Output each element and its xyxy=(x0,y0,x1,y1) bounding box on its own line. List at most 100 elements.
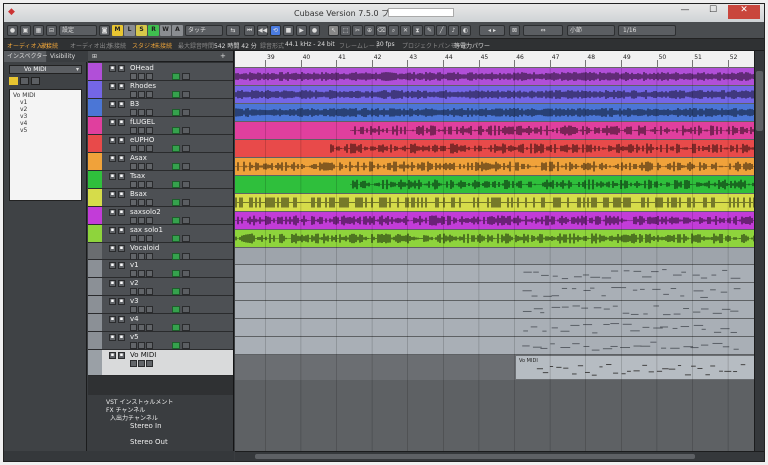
collapse-button[interactable] xyxy=(31,77,40,85)
track-solo-button[interactable]: ▪ xyxy=(118,352,125,359)
play-tool-icon[interactable]: ♪ xyxy=(448,25,459,36)
track-solo-button[interactable]: ▪ xyxy=(118,298,125,305)
track-record-button[interactable] xyxy=(130,91,137,98)
track-monitor-button[interactable] xyxy=(138,163,145,170)
track-mute-button[interactable]: ▪ xyxy=(109,101,116,108)
tree-item-v4[interactable]: v4 xyxy=(20,120,27,127)
track-record-button[interactable] xyxy=(130,127,137,134)
nudge-buttons[interactable]: ◂ ▸ xyxy=(479,25,505,36)
tree-item-v3[interactable]: v3 xyxy=(20,113,27,120)
track-mute-button[interactable]: ▪ xyxy=(109,298,116,305)
track-read-automation-button[interactable] xyxy=(172,73,180,80)
snap-mode-dropdown[interactable]: ⇔ xyxy=(523,25,563,36)
mute-tool-icon[interactable]: ✕ xyxy=(400,25,411,36)
track-row[interactable]: ▪ ▪ Bsax xyxy=(88,189,233,207)
track-monitor-button[interactable] xyxy=(138,217,145,224)
track-read-automation-button[interactable] xyxy=(172,306,180,313)
track-write-automation-button[interactable] xyxy=(182,217,190,224)
track-write-automation-button[interactable] xyxy=(182,109,190,116)
track-monitor-button[interactable] xyxy=(138,306,145,313)
range-tool-icon[interactable]: ⬚ xyxy=(340,25,351,36)
track-mute-button[interactable]: ▪ xyxy=(109,209,116,216)
vertical-scrollbar[interactable] xyxy=(754,51,764,451)
track-write-automation-button[interactable] xyxy=(182,91,190,98)
track-lane-button[interactable] xyxy=(146,73,153,80)
track-solo-button[interactable]: ▪ xyxy=(118,262,125,269)
split-tool-icon[interactable]: ✂ xyxy=(352,25,363,36)
track-row[interactable]: ▪ ▪ v2 xyxy=(88,278,233,296)
tree-item-v1[interactable]: v1 xyxy=(20,99,27,106)
track-solo-button[interactable]: ▪ xyxy=(118,83,125,90)
track-record-button[interactable] xyxy=(130,73,137,80)
rewind-icon[interactable]: ◀◀ xyxy=(257,25,268,36)
track-solo-button[interactable]: ▪ xyxy=(118,316,125,323)
track-mute-button[interactable]: ▪ xyxy=(109,352,116,359)
track-mute-button[interactable]: ▪ xyxy=(109,280,116,287)
time-warp-tool-icon[interactable]: ⧗ xyxy=(412,25,423,36)
track-mute-button[interactable]: ▪ xyxy=(109,334,116,341)
track-row[interactable]: ▪ ▪ Vocaloid xyxy=(88,243,233,260)
track-record-button[interactable] xyxy=(130,324,137,331)
erase-tool-icon[interactable]: ⌫ xyxy=(376,25,387,36)
track-mute-button[interactable]: ▪ xyxy=(109,119,116,126)
track-monitor-button[interactable] xyxy=(138,288,145,295)
track-read-automation-button[interactable] xyxy=(172,342,180,349)
read-automation-button[interactable]: R xyxy=(148,25,159,36)
automation-a-button[interactable]: A xyxy=(172,25,183,36)
event-part[interactable] xyxy=(235,301,754,318)
filter-button[interactable] xyxy=(20,77,29,85)
track-lane-button[interactable] xyxy=(146,127,153,134)
event-part[interactable] xyxy=(235,319,754,336)
track-row[interactable]: ▪ ▪ Rhodes xyxy=(88,81,233,99)
draw-tool-icon[interactable]: ✎ xyxy=(424,25,435,36)
track-solo-button[interactable]: ▪ xyxy=(118,173,125,180)
track-row[interactable]: ▪ ▪ Asax xyxy=(88,153,233,171)
write-automation-button[interactable]: W xyxy=(160,25,171,36)
minimize-button[interactable]: — xyxy=(672,5,698,19)
quantize-dropdown[interactable]: 1/16 xyxy=(618,25,676,36)
track-mute-button[interactable]: ▪ xyxy=(109,83,116,90)
track-monitor-button[interactable] xyxy=(138,91,145,98)
solo-mode-button[interactable]: S xyxy=(136,25,147,36)
track-write-automation-button[interactable] xyxy=(182,253,190,260)
track-solo-button[interactable]: ▪ xyxy=(118,280,125,287)
track-write-automation-button[interactable] xyxy=(182,324,190,331)
track-solo-button[interactable]: ▪ xyxy=(118,155,125,162)
maximize-button[interactable]: ☐ xyxy=(700,5,726,19)
track-row[interactable]: ▪ ▪ v5 xyxy=(88,332,233,350)
track-monitor-button[interactable] xyxy=(138,360,145,367)
track-row[interactable]: ▪ ▪ sax solo1 xyxy=(88,225,233,243)
track-solo-button[interactable]: ▪ xyxy=(118,101,125,108)
track-write-automation-button[interactable] xyxy=(182,199,190,206)
track-record-button[interactable] xyxy=(130,199,137,206)
settings-dropdown[interactable]: 設定 xyxy=(59,25,97,36)
track-record-button[interactable] xyxy=(130,163,137,170)
track-write-automation-button[interactable] xyxy=(182,288,190,295)
track-read-automation-button[interactable] xyxy=(172,181,180,188)
track-write-automation-button[interactable] xyxy=(182,306,190,313)
track-monitor-button[interactable] xyxy=(138,127,145,134)
object-select-tool-icon[interactable]: ↖ xyxy=(328,25,339,36)
tree-item-v2[interactable]: v2 xyxy=(20,106,27,113)
mute-mode-button[interactable]: M xyxy=(112,25,123,36)
line-tool-icon[interactable]: ╱ xyxy=(436,25,447,36)
zoom-tool-icon[interactable]: ⌕ xyxy=(388,25,399,36)
track-solo-button[interactable]: ▪ xyxy=(118,209,125,216)
track-record-button[interactable] xyxy=(130,342,137,349)
automation-mode-dropdown[interactable]: タッチ xyxy=(185,25,223,36)
track-lane-button[interactable] xyxy=(146,235,153,242)
track-monitor-button[interactable] xyxy=(138,324,145,331)
track-write-automation-button[interactable] xyxy=(182,270,190,277)
track-read-automation-button[interactable] xyxy=(172,145,180,152)
track-mute-button[interactable]: ▪ xyxy=(109,155,116,162)
track-read-automation-button[interactable] xyxy=(172,253,180,260)
track-write-automation-button[interactable] xyxy=(182,163,190,170)
track-lane-button[interactable] xyxy=(146,360,153,367)
track-read-automation-button[interactable] xyxy=(172,270,180,277)
track-lane-button[interactable] xyxy=(146,181,153,188)
track-mute-button[interactable]: ▪ xyxy=(109,65,116,72)
play-icon[interactable]: ▶ xyxy=(296,25,307,36)
track-write-automation-button[interactable] xyxy=(182,127,190,134)
track-mute-button[interactable]: ▪ xyxy=(109,245,116,252)
track-mute-button[interactable]: ▪ xyxy=(109,227,116,234)
